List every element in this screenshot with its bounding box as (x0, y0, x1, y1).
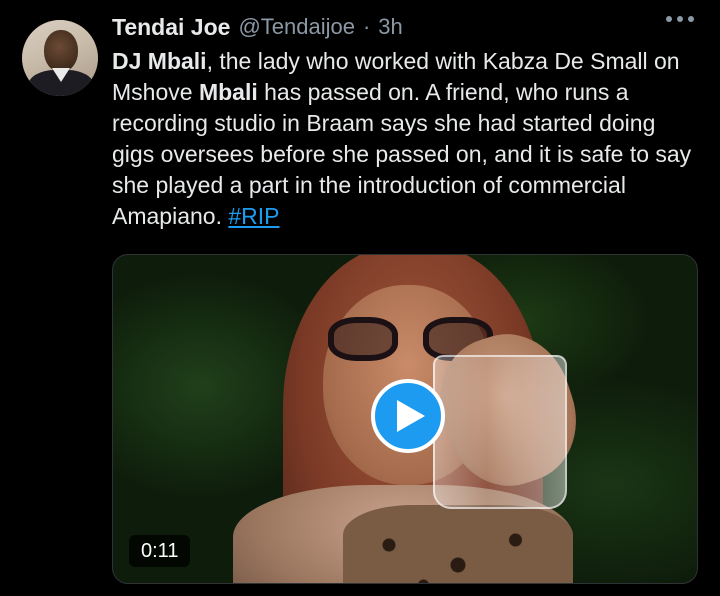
video-frame-glass (433, 355, 567, 509)
separator-dot: · (362, 14, 371, 39)
mention-dj-mbali: DJ Mbali (112, 48, 207, 74)
video-frame-leopard-top (343, 505, 573, 583)
tweet-timestamp[interactable]: 3h (378, 14, 402, 40)
more-dot (688, 16, 694, 22)
glasses-left-lens (328, 317, 398, 361)
more-horizontal-icon[interactable] (666, 16, 694, 22)
author-handle[interactable]: @Tendaijoe (238, 14, 355, 40)
author-name[interactable]: Tendai Joe (112, 14, 230, 41)
play-icon (397, 400, 425, 432)
avatar-head (44, 30, 78, 72)
more-dot (677, 16, 683, 22)
video-player[interactable]: 0:11 (112, 254, 698, 584)
more-dot (666, 16, 672, 22)
play-button[interactable] (371, 379, 445, 453)
mention-mbali: Mbali (198, 79, 258, 105)
tweet-header: Tendai Joe @Tendaijoe · 3h (112, 10, 403, 44)
video-duration-badge: 0:11 (129, 535, 191, 567)
tweet-text: DJ Mbali, the lady who worked with Kabza… (112, 46, 702, 232)
avatar[interactable] (22, 20, 98, 96)
hashtag-link[interactable]: #RIP (228, 203, 279, 229)
